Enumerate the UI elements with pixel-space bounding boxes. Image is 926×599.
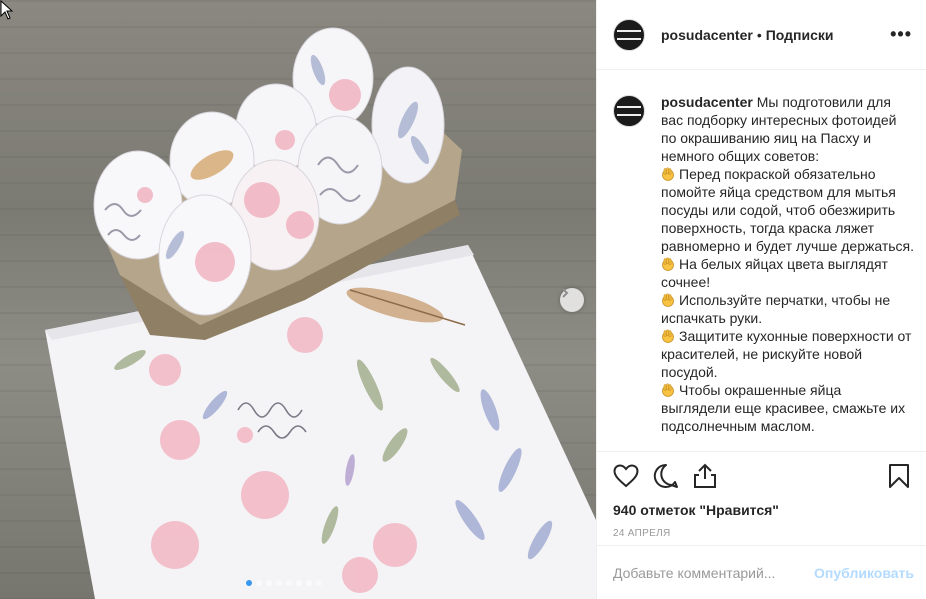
tip-item: Чтобы окрашенные яйца выглядели еще крас… [661, 381, 914, 435]
more-options-button[interactable]: ••• [890, 24, 912, 45]
caption: posudacenter Мы подготовили для вас подб… [613, 93, 914, 435]
tip-text: Чтобы окрашенные яйца выглядели еще крас… [661, 382, 906, 434]
avatar-logo-icon [617, 29, 641, 40]
carousel-dot [296, 580, 302, 586]
easter-eggs-photo [45, 27, 596, 599]
comment-icon [653, 463, 678, 488]
tip-text: Используйте перчатки, чтобы не испачкать… [661, 292, 891, 326]
comments-area[interactable]: posudacenter Мы подготовили для вас подб… [597, 71, 926, 451]
follow-button[interactable]: Подписки [766, 27, 834, 43]
tip-text: Перед покраской обязательно помойте яйца… [661, 166, 915, 254]
waving-hand-icon [662, 257, 674, 271]
carousel-indicator [246, 580, 322, 586]
tip-item: Защитите кухонные поверхности от красите… [661, 327, 914, 381]
avatar-logo-icon [617, 106, 641, 116]
save-button[interactable] [888, 463, 910, 489]
header-separator: • [756, 26, 762, 43]
avatar[interactable] [613, 18, 645, 51]
share-button[interactable] [693, 463, 717, 489]
add-comment-bar: Опубликовать [597, 545, 926, 599]
caption-username[interactable]: posudacenter [661, 94, 753, 110]
tip-item: Используйте перчатки, чтобы не испачкать… [661, 291, 914, 327]
waving-hand-icon [662, 383, 674, 397]
post-date[interactable]: 24 АПРЕЛЯ [613, 528, 910, 539]
carousel-dot [306, 580, 312, 586]
tips-list: Перед покраской обязательно помойте яйца… [661, 165, 914, 435]
action-icons [613, 462, 910, 490]
caption-text: posudacenter Мы подготовили для вас подб… [661, 93, 914, 435]
like-button[interactable] [613, 464, 639, 488]
waving-hand-icon [662, 293, 674, 307]
carousel-dot [316, 580, 322, 586]
waving-hand-icon [662, 329, 674, 343]
carousel-next-button[interactable] [560, 288, 584, 312]
header-username[interactable]: posudacenter [661, 27, 753, 43]
comment-input[interactable] [613, 564, 815, 581]
comment-button[interactable] [653, 463, 679, 489]
likes-count[interactable]: 940 отметок "Нравится" [613, 502, 910, 518]
share-icon [694, 463, 716, 488]
post-photo[interactable] [0, 0, 596, 599]
actions-section: 940 отметок "Нравится" 24 АПРЕЛЯ [597, 451, 926, 539]
carousel-dot [276, 580, 282, 586]
carousel-dot [246, 580, 252, 586]
carousel-dot [286, 580, 292, 586]
mouse-cursor-icon [0, 0, 14, 20]
caption-avatar[interactable] [613, 95, 645, 127]
carousel-dot [256, 580, 262, 586]
tip-text: На белых яйцах цвета выглядят сочнее! [661, 256, 888, 290]
tip-text: Защитите кухонные поверхности от красите… [661, 328, 912, 380]
post-side-panel: posudacenter • Подписки ••• posudacenter… [596, 0, 926, 599]
tip-item: На белых яйцах цвета выглядят сочнее! [661, 255, 914, 291]
publish-button[interactable]: Опубликовать [814, 565, 914, 581]
waving-hand-icon [662, 167, 674, 181]
heart-icon [613, 464, 639, 488]
tip-item: Перед покраской обязательно помойте яйца… [661, 165, 914, 255]
post-header: posudacenter • Подписки ••• [597, 0, 926, 70]
bookmark-icon [889, 464, 909, 488]
chevron-right-icon [562, 288, 569, 298]
carousel-dot [266, 580, 272, 586]
